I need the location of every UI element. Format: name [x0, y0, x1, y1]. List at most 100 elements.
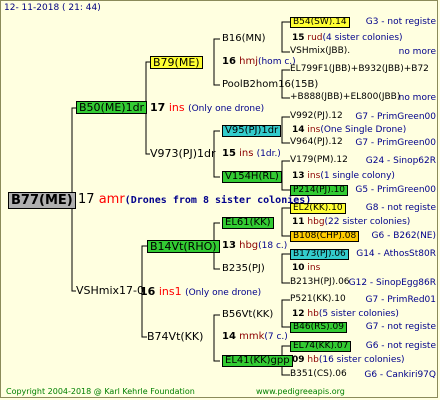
gen3-gen-number-6: 10: [292, 263, 305, 273]
sire-gen-suffix: ins: [168, 101, 185, 114]
gen2-generation-1: 16 hmj(hom c.): [222, 57, 296, 67]
gen3-note-7: (5 sister colonies): [318, 309, 399, 319]
gen4-tail-15: G6 - not registe: [365, 341, 436, 351]
gen2-gen-suffix-3: hbg: [239, 240, 259, 251]
gen2-generation-2: 15 ins (1dr.): [222, 149, 281, 159]
gen2-gen-number-2: 15: [222, 148, 236, 159]
gen3-gen-number-5: 11: [292, 217, 305, 227]
footer-url: www.pedigreeapis.org: [256, 387, 345, 396]
gen2-note-4: (7 c.): [264, 332, 288, 342]
gen3-queen-2[interactable]: PoolB2hom16(15B): [222, 80, 318, 90]
gen2-gen-number-4: 14: [222, 331, 236, 342]
gen3-queen-8[interactable]: EL41(KK)gpp: [222, 355, 293, 367]
gen3-queen-1[interactable]: B16(MN): [222, 34, 266, 44]
root-note: (Drones from 8 sister colonies): [124, 195, 312, 206]
gen4-tail-13: G7 - PrimRed01: [365, 295, 436, 305]
dam-queen[interactable]: VSHmix17-0: [76, 285, 144, 296]
root-gen-suffix: amr: [98, 192, 125, 207]
gen4-tail-11: G14 - AthosSt80R: [356, 249, 436, 259]
gen2-queen-4[interactable]: B74Vt(KK): [147, 331, 203, 342]
gen4-queen-15[interactable]: EL74(KK).07: [290, 341, 352, 352]
gen3-gen-suffix-1: rud: [307, 33, 323, 43]
gen4-tail-9: G8 - not registe: [365, 203, 436, 213]
gen4-queen-2[interactable]: VSHmix(JBB).: [290, 47, 350, 56]
gen3-gen-number-7: 12: [292, 309, 305, 319]
gen4-tail-4: no more: [398, 93, 436, 103]
root-generation: 17 amr(Drones from 8 sister colonies): [78, 193, 311, 206]
gen2-queen-2[interactable]: V973(PJ)1dr: [150, 148, 215, 159]
gen4-tail-6: G7 - PrimGreen00: [355, 138, 436, 148]
gen4-tail-8: G5 - PrimGreen00: [355, 185, 436, 195]
gen4-queen-6[interactable]: V964(PJ).12: [290, 138, 343, 147]
gen3-note-1: (4 sister colonies): [322, 33, 403, 43]
gen4-tail-10: G6 - B262(NE): [371, 231, 436, 241]
gen4-queen-16[interactable]: B351(CS).06: [290, 370, 347, 379]
sire-gen-number: 17: [150, 101, 166, 114]
dam-gen-suffix: ins1: [158, 285, 182, 298]
gen2-gen-suffix-4: mmk: [239, 331, 265, 342]
gen2-gen-number-1: 16: [222, 56, 236, 67]
gen4-queen-5[interactable]: V992(PJ).12: [290, 112, 343, 121]
gen3-generation-1: 15 rud(4 sister colonies): [292, 34, 403, 43]
gen3-note-5: (22 sister colonies): [324, 217, 411, 227]
gen4-tail-12: G12 - SinopEgg86R: [348, 278, 436, 288]
gen3-gen-number-3: 14: [292, 125, 305, 135]
gen4-queen-12[interactable]: B213H(PJ).06: [290, 278, 350, 287]
dam-generation: 16 ins1 (Only one drone): [140, 286, 261, 298]
gen3-gen-suffix-3: ins: [307, 125, 321, 135]
gen3-gen-number-8: 09: [292, 355, 305, 365]
header-date: 12- 11-2018 ( 21: 44): [4, 3, 101, 13]
gen2-note-3: (18 c.): [258, 241, 288, 251]
gen4-queen-7[interactable]: V179(PM).12: [290, 156, 348, 165]
root-queen[interactable]: B77(ME): [8, 192, 76, 209]
sire-queen[interactable]: B50(ME)1dr: [76, 101, 148, 114]
gen3-gen-suffix-8: hb: [307, 355, 319, 365]
gen2-generation-4: 14 mmk(7 c.): [222, 332, 288, 342]
gen4-queen-1[interactable]: B54(SW).14: [290, 17, 350, 28]
gen4-tail-2: no more: [398, 47, 436, 57]
gen3-note-3: (One Single Drone): [320, 125, 407, 135]
gen4-tail-1: G3 - not registe: [365, 17, 436, 27]
sire-note: (Only one drone): [188, 104, 265, 114]
gen2-queen-1[interactable]: B79(ME): [150, 56, 203, 69]
gen4-queen-3[interactable]: EL799F1(JBB)+B932(JBB)+B72: [290, 65, 429, 74]
gen2-gen-number-3: 13: [222, 240, 236, 251]
gen3-generation-6: 10 ins: [292, 264, 320, 273]
gen3-queen-6[interactable]: B235(PJ): [222, 264, 265, 274]
gen3-note-4: (1 single colony): [320, 171, 395, 181]
gen4-tail-7: G24 - Sinop62R: [365, 156, 436, 166]
gen4-tail-5: G7 - PrimGreen00: [355, 112, 436, 122]
gen4-queen-10[interactable]: B108(CHP).08: [290, 231, 360, 242]
gen2-generation-3: 13 hbg(18 c.): [222, 241, 287, 251]
gen2-note-2: (1dr.): [256, 149, 281, 159]
gen3-queen-7[interactable]: B56Vt(KK): [222, 310, 273, 320]
gen3-queen-5[interactable]: EL61(KK): [222, 217, 274, 229]
gen4-tail-14: G7 - not registe: [365, 322, 436, 332]
gen4-queen-11[interactable]: B173(PJ).06: [290, 249, 349, 260]
gen4-queen-13[interactable]: P521(KK).10: [290, 295, 346, 304]
gen3-generation-7: 12 hb(5 sister colonies): [292, 310, 399, 319]
gen4-queen-9[interactable]: EL2(KK).10: [290, 203, 346, 214]
gen3-generation-3: 14 ins(One Single Drone): [292, 126, 406, 135]
dam-note: (Only one drone): [185, 288, 262, 298]
gen2-queen-3[interactable]: B14Vt(RHO): [147, 240, 220, 253]
gen3-gen-number-4: 13: [292, 171, 305, 181]
gen3-note-8: (16 sister colonies): [318, 355, 405, 365]
gen3-gen-suffix-4: ins: [307, 171, 321, 181]
root-gen-number: 17: [78, 192, 95, 207]
sire-generation: 17 ins (Only one drone): [150, 102, 264, 114]
gen2-gen-suffix-1: hmj: [239, 56, 258, 67]
gen3-gen-suffix-5: hbg: [307, 217, 325, 227]
gen3-gen-number-1: 15: [292, 33, 305, 43]
gen3-queen-3[interactable]: V95(PJ)1dr: [222, 125, 282, 137]
gen3-generation-4: 13 ins(1 single colony): [292, 172, 395, 181]
gen4-queen-8[interactable]: P214(PJ).10: [290, 185, 349, 196]
gen3-queen-4[interactable]: V154H(RL): [222, 171, 282, 183]
gen3-generation-8: 09 hb(16 sister colonies): [292, 356, 405, 365]
footer-copyright: Copyright 2004-2018 @ Karl Kehrle Founda…: [6, 387, 195, 396]
gen4-queen-14[interactable]: B46(RS).09: [290, 322, 347, 333]
gen3-gen-suffix-6: ins: [307, 263, 321, 273]
gen3-gen-suffix-7: hb: [307, 309, 319, 319]
gen4-tail-16: G6 - Cankiri97Q: [364, 370, 436, 380]
gen4-queen-4[interactable]: +B888(JBB)+EL800(JBB): [290, 93, 400, 102]
